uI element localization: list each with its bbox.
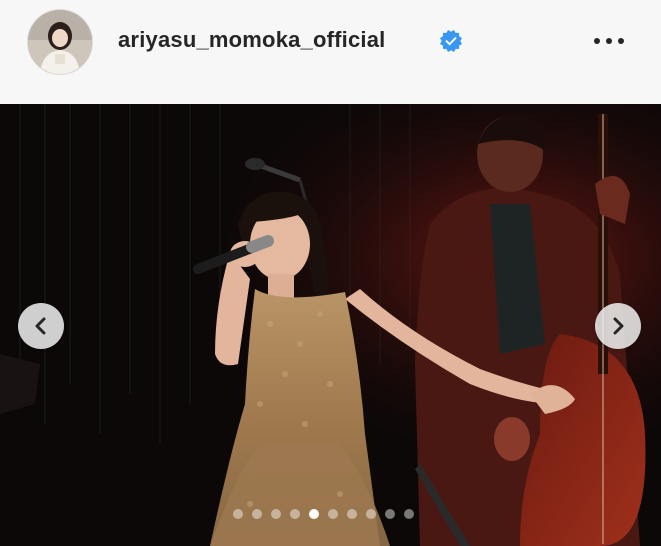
profile-avatar[interactable] bbox=[27, 9, 93, 75]
carousel-dot bbox=[385, 509, 395, 519]
chevron-left-icon bbox=[35, 317, 46, 335]
carousel-dot bbox=[366, 509, 376, 519]
carousel-dot-active bbox=[309, 509, 319, 519]
username-link[interactable]: ariyasu_momoka_official bbox=[118, 27, 386, 53]
carousel-dot bbox=[404, 509, 414, 519]
chevron-right-icon bbox=[613, 317, 624, 335]
post-photo[interactable] bbox=[0, 104, 661, 546]
more-options-button[interactable] bbox=[592, 24, 626, 58]
carousel-dot bbox=[233, 509, 243, 519]
carousel-next-button[interactable] bbox=[595, 303, 641, 349]
carousel-indicator bbox=[233, 509, 414, 519]
concert-photo bbox=[0, 104, 661, 546]
carousel-dot bbox=[347, 509, 357, 519]
avatar-image bbox=[28, 10, 92, 74]
post-header: ariyasu_momoka_official bbox=[0, 0, 661, 104]
carousel-dot bbox=[252, 509, 262, 519]
carousel-dot bbox=[328, 509, 338, 519]
more-horizontal-icon bbox=[594, 38, 624, 44]
carousel-prev-button[interactable] bbox=[18, 303, 64, 349]
carousel-dot bbox=[271, 509, 281, 519]
carousel-dot bbox=[290, 509, 300, 519]
verified-badge-icon bbox=[440, 30, 462, 52]
